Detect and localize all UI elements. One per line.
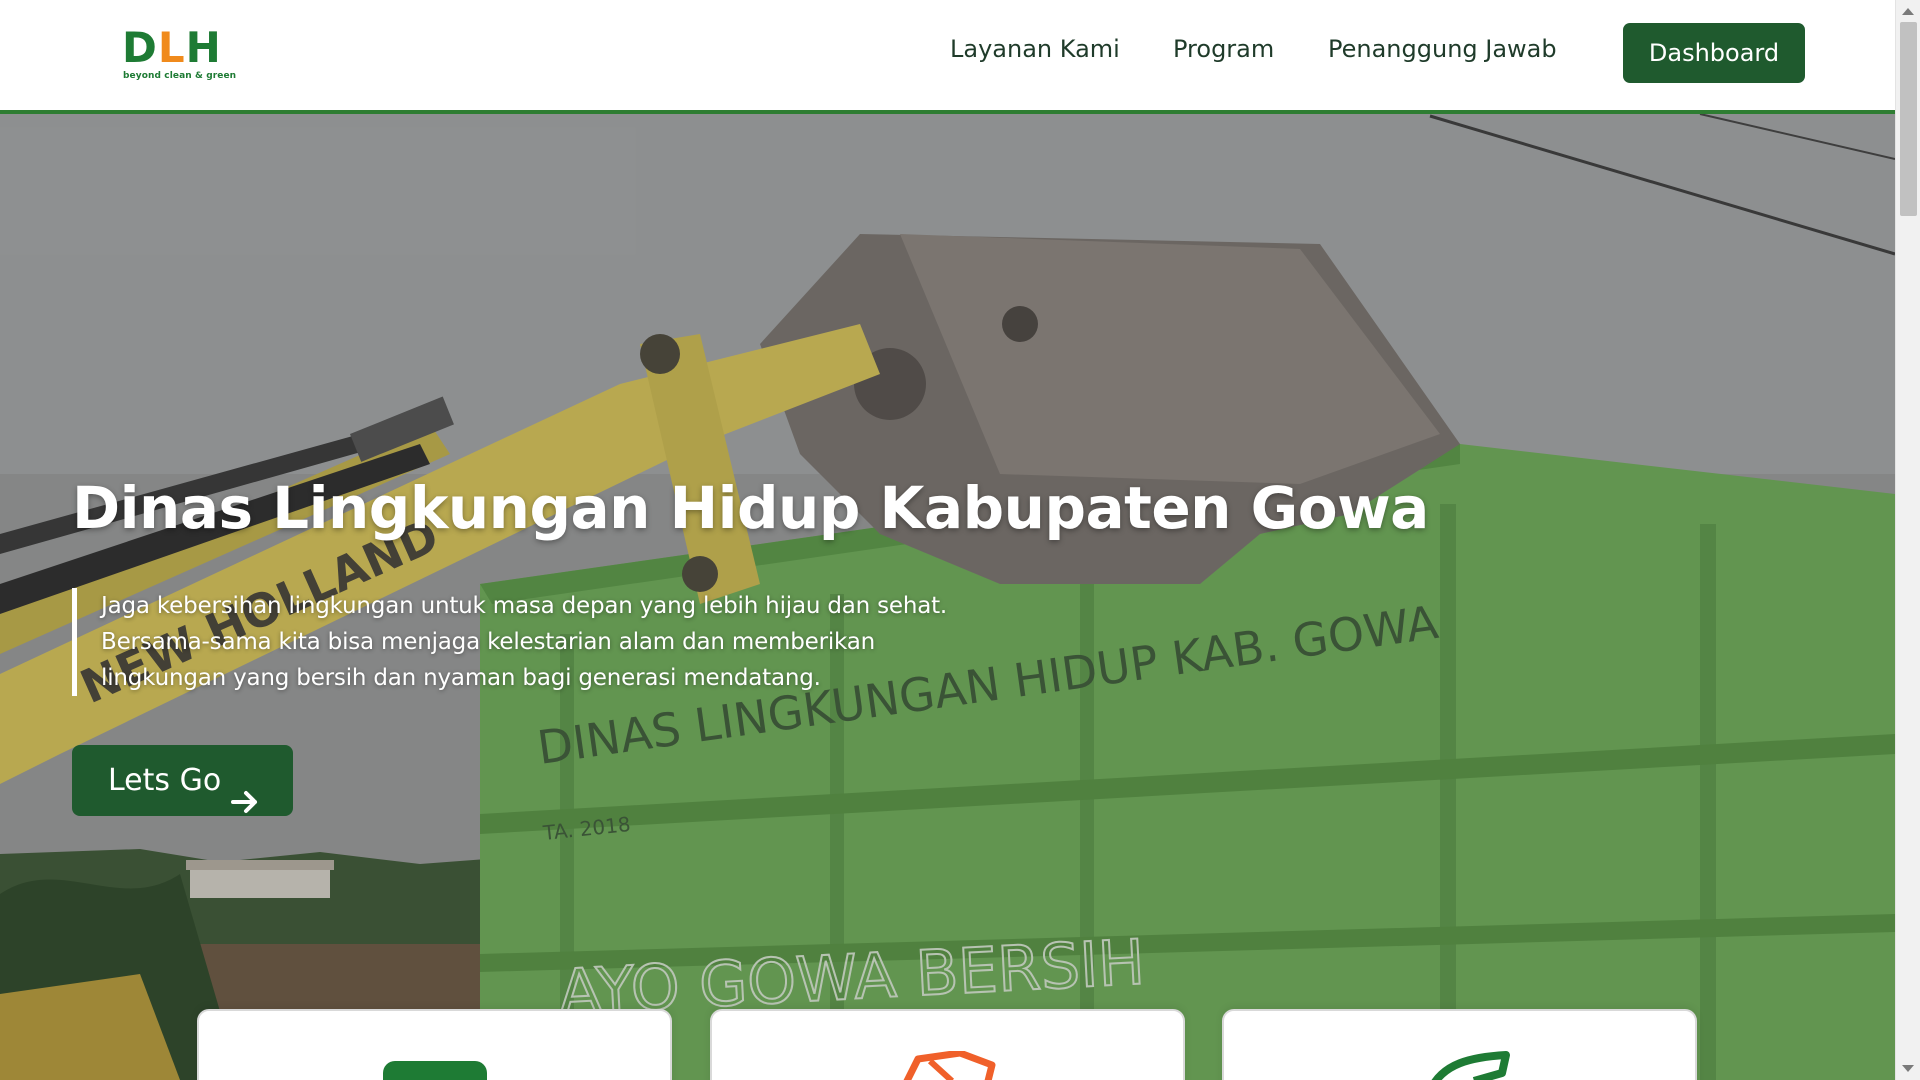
hero-description-line: Jaga kebersihan lingkungan untuk masa de… (101, 593, 948, 619)
scroll-up-icon[interactable] (1902, 8, 1914, 15)
lets-go-label: Lets Go (108, 763, 222, 798)
dlh-logo[interactable]: DLH beyond clean & green (122, 23, 236, 84)
logo-wordmark: DLH (122, 23, 222, 72)
scroll-thumb[interactable] (1900, 22, 1917, 216)
arrow-right-icon (231, 769, 259, 840)
page-scrollbar[interactable] (1895, 0, 1920, 1080)
logo-tagline: beyond clean & green (123, 71, 237, 81)
hero-description-line: lingkungan yang bersih dan nyaman bagi g… (101, 665, 821, 691)
green-document-icon (377, 1051, 493, 1080)
orange-truck-icon (890, 1049, 1006, 1080)
feature-card-3[interactable] (1222, 1009, 1697, 1080)
lets-go-button[interactable]: Lets Go (72, 745, 293, 816)
nav-penanggung-jawab[interactable]: Penanggung Jawab (1328, 32, 1557, 66)
feature-card-2[interactable] (710, 1009, 1185, 1080)
nav-program[interactable]: Program (1173, 32, 1274, 66)
hero-description-line: Bersama-sama kita bisa menjaga kelestari… (101, 629, 876, 655)
green-leaf-icon (1402, 1051, 1518, 1080)
hero-section: DINAS LINGKUNGAN HIDUP KAB. GOWA TA. 201… (0, 114, 1895, 1080)
hero-description: Jaga kebersihan lingkungan untuk masa de… (72, 588, 1032, 696)
nav-layanan-kami[interactable]: Layanan Kami (950, 32, 1120, 66)
feature-card-1[interactable] (197, 1009, 672, 1080)
hero-title: Dinas Lingkungan Hidup Kabupaten Gowa (72, 474, 1429, 542)
navbar: DLH beyond clean & green Layanan Kami Pr… (0, 0, 1895, 114)
dashboard-button[interactable]: Dashboard (1623, 23, 1805, 83)
scroll-down-icon[interactable] (1902, 1065, 1914, 1072)
